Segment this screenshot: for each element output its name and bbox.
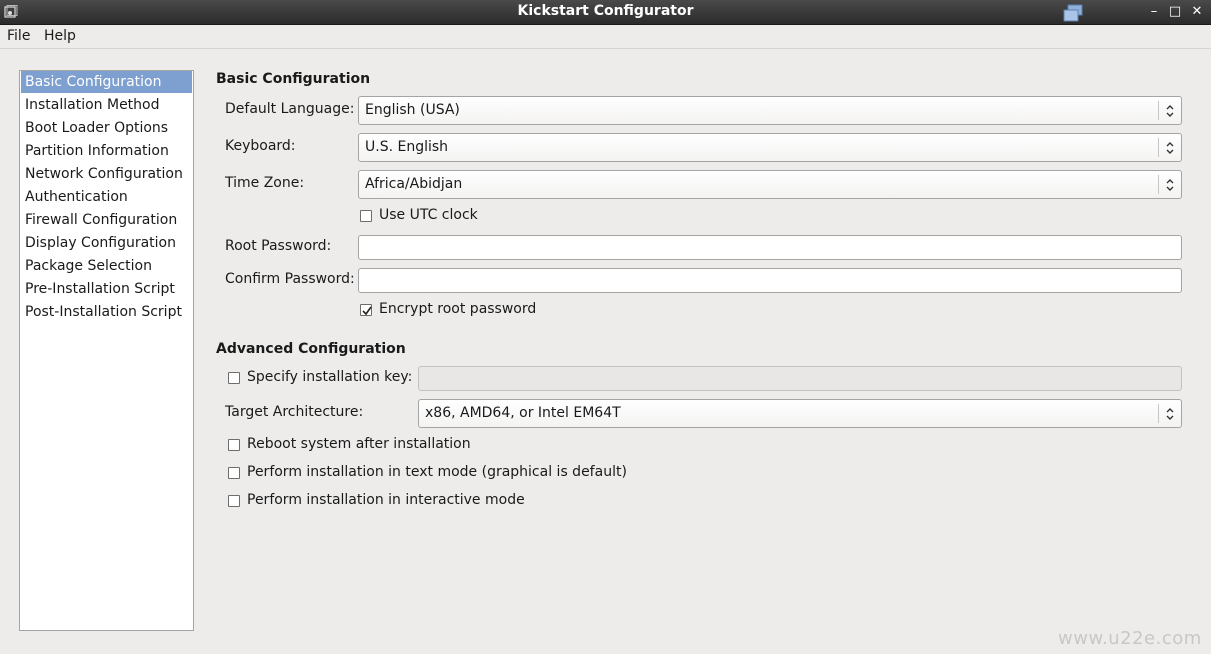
default-language-value: English (USA) xyxy=(365,102,460,118)
confirm-password-input[interactable] xyxy=(358,268,1182,293)
sidebar-item-post-installation-script[interactable]: Post-Installation Script xyxy=(21,301,192,323)
checkmark-icon xyxy=(362,306,372,316)
combo-separator xyxy=(1158,404,1159,423)
default-language-combo[interactable]: English (USA) xyxy=(358,96,1182,125)
target-architecture-combo[interactable]: x86, AMD64, or Intel EM64T xyxy=(418,399,1182,428)
root-password-label: Root Password: xyxy=(225,238,332,254)
interactive-mode-checkbox[interactable] xyxy=(228,495,240,507)
close-button[interactable]: ✕ xyxy=(1189,3,1205,21)
advanced-configuration-heading: Advanced Configuration xyxy=(216,341,406,357)
sidebar-item-installation-method[interactable]: Installation Method xyxy=(21,94,192,116)
minimize-button[interactable]: – xyxy=(1146,3,1162,21)
maximize-button[interactable]: □ xyxy=(1167,3,1183,21)
keyboard-value: U.S. English xyxy=(365,139,449,155)
updown-arrow-icon xyxy=(1166,142,1174,154)
window-stack-icon xyxy=(1062,4,1084,22)
default-language-label: Default Language: xyxy=(225,101,355,117)
sidebar-item-partition-information[interactable]: Partition Information xyxy=(21,140,192,162)
menu-file[interactable]: File xyxy=(6,28,31,44)
target-architecture-value: x86, AMD64, or Intel EM64T xyxy=(425,405,621,421)
sidebar-item-basic-configuration[interactable]: Basic Configuration xyxy=(21,71,192,93)
sidebar-list: Basic Configuration Installation Method … xyxy=(19,70,194,631)
sidebar-item-firewall-configuration[interactable]: Firewall Configuration xyxy=(21,209,192,231)
sidebar-item-package-selection[interactable]: Package Selection xyxy=(21,255,192,277)
window-title: Kickstart Configurator xyxy=(517,3,694,19)
updown-arrow-icon xyxy=(1166,179,1174,191)
time-zone-combo[interactable]: Africa/Abidjan xyxy=(358,170,1182,199)
window-titlebar[interactable]: Kickstart Configurator – □ ✕ xyxy=(0,0,1211,25)
sidebar-item-network-configuration[interactable]: Network Configuration xyxy=(21,163,192,185)
root-password-input[interactable] xyxy=(358,235,1182,260)
sidebar-item-authentication[interactable]: Authentication xyxy=(21,186,192,208)
updown-arrow-icon xyxy=(1166,408,1174,420)
combo-separator xyxy=(1158,138,1159,157)
time-zone-value: Africa/Abidjan xyxy=(365,176,463,192)
sidebar-item-pre-installation-script[interactable]: Pre-Installation Script xyxy=(21,278,192,300)
keyboard-label: Keyboard: xyxy=(225,138,296,154)
utc-clock-checkbox[interactable] xyxy=(360,210,372,222)
utc-clock-label[interactable]: Use UTC clock xyxy=(379,207,478,223)
sidebar-item-display-configuration[interactable]: Display Configuration xyxy=(21,232,192,254)
target-architecture-label: Target Architecture: xyxy=(225,404,364,420)
reboot-checkbox[interactable] xyxy=(228,439,240,451)
reboot-label[interactable]: Reboot system after installation xyxy=(247,436,471,452)
encrypt-root-password-checkbox[interactable] xyxy=(360,304,372,316)
updown-arrow-icon xyxy=(1166,105,1174,117)
time-zone-label: Time Zone: xyxy=(225,175,305,191)
combo-separator xyxy=(1158,101,1159,120)
installation-key-label[interactable]: Specify installation key: xyxy=(247,369,412,385)
menubar: File Help xyxy=(0,25,1211,49)
combo-separator xyxy=(1158,175,1159,194)
installation-key-input[interactable] xyxy=(418,366,1182,391)
watermark-text: www.u22e.com xyxy=(1058,628,1202,649)
text-mode-label[interactable]: Perform installation in text mode (graph… xyxy=(247,464,627,480)
encrypt-root-password-label[interactable]: Encrypt root password xyxy=(379,301,536,317)
menu-help[interactable]: Help xyxy=(43,28,77,44)
sidebar-item-boot-loader-options[interactable]: Boot Loader Options xyxy=(21,117,192,139)
confirm-password-label: Confirm Password: xyxy=(225,271,355,287)
text-mode-checkbox[interactable] xyxy=(228,467,240,479)
keyboard-combo[interactable]: U.S. English xyxy=(358,133,1182,162)
interactive-mode-label[interactable]: Perform installation in interactive mode xyxy=(247,492,525,508)
installation-key-checkbox[interactable] xyxy=(228,372,240,384)
basic-configuration-heading: Basic Configuration xyxy=(216,71,371,87)
